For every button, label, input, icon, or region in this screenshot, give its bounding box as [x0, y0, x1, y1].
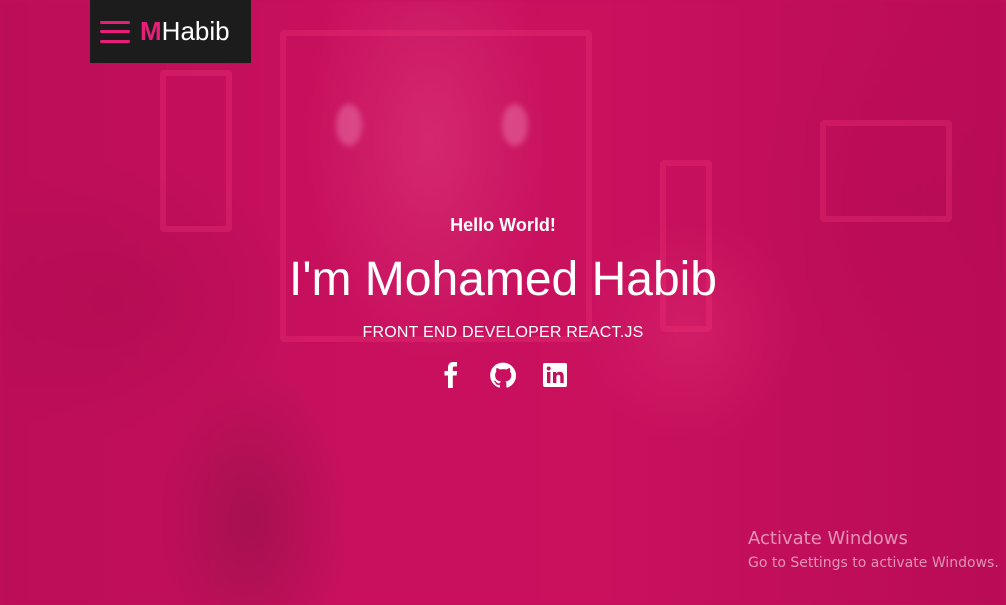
logo-text: Habib — [161, 16, 230, 46]
github-icon[interactable] — [490, 362, 516, 388]
hamburger-icon[interactable] — [100, 20, 130, 43]
role-subtitle: FRONT END DEVELOPER REACT.JS — [362, 324, 644, 341]
linkedin-icon[interactable] — [542, 362, 568, 388]
hero-title: I'm Mohamed Habib — [288, 253, 717, 306]
brand-bar: MHabib — [90, 0, 251, 63]
facebook-icon[interactable] — [438, 362, 464, 388]
social-links — [0, 362, 1006, 388]
activate-windows-subtitle: Go to Settings to activate Windows. — [748, 555, 999, 571]
hero-section: MHabib Hello World! I'm Mohamed Habib FR… — [0, 0, 1006, 605]
logo[interactable]: MHabib — [140, 16, 230, 47]
logo-accent: M — [140, 16, 162, 46]
hero-content: Hello World! I'm Mohamed Habib FRONT END… — [0, 215, 1006, 388]
greeting-text: Hello World! — [450, 215, 556, 235]
activate-windows-title: Activate Windows — [748, 528, 908, 549]
activate-windows-watermark: Activate Windows Go to Settings to activ… — [748, 528, 999, 571]
